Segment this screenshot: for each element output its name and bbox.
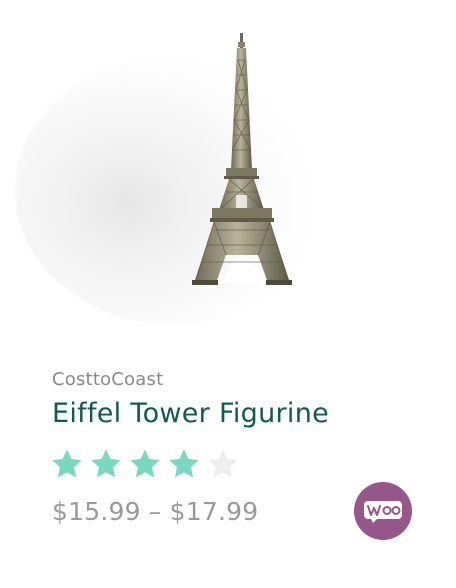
product-image[interactable] (0, 0, 456, 350)
star-empty-icon (206, 447, 240, 481)
star-icon (128, 447, 162, 481)
star-rating (50, 447, 240, 481)
eiffel-tower-icon (15, 33, 335, 325)
product-title[interactable]: Eiffel Tower Figurine (52, 396, 329, 432)
product-card[interactable]: CosttoCoast Eiffel Tower Figurine $15.99… (0, 0, 456, 588)
vendor-name[interactable]: CosttoCoast (52, 368, 163, 392)
price-range: $15.99 – $17.99 (52, 497, 259, 526)
woocommerce-logo-icon (364, 501, 402, 523)
woocommerce-badge (354, 482, 412, 540)
star-icon (89, 447, 123, 481)
star-icon (50, 447, 84, 481)
star-icon (167, 447, 201, 481)
